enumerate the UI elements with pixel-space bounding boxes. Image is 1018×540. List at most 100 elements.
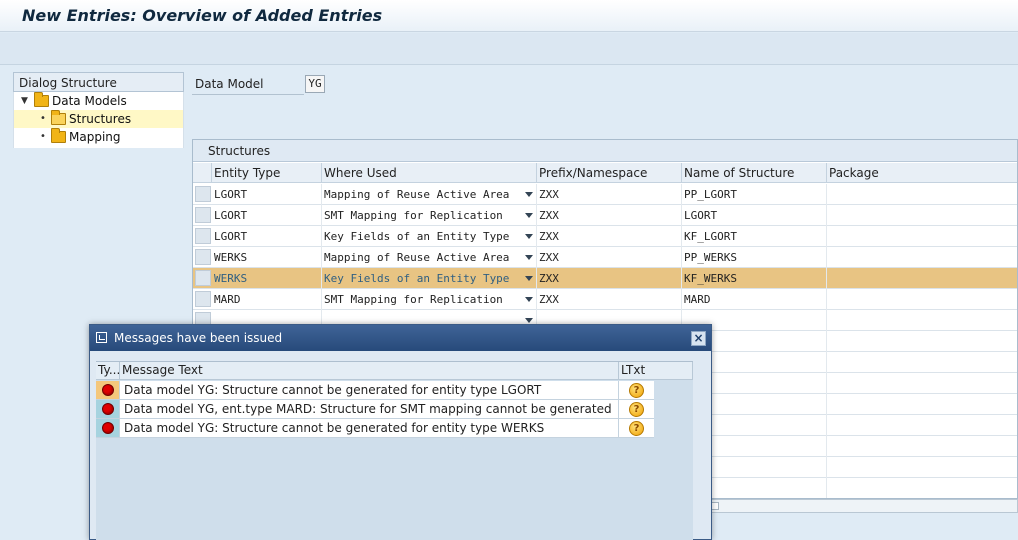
structure-name-cell[interactable]: LGORT — [682, 205, 827, 226]
dialog-structure-tree: ▼ Data Models • Structures • Mapping — [13, 92, 184, 148]
row-selector[interactable] — [195, 249, 211, 265]
long-text-cell[interactable]: ? — [619, 381, 654, 400]
entity-type-cell[interactable]: LGORT — [212, 205, 322, 226]
where-used-cell[interactable]: SMT Mapping for Replication — [322, 205, 537, 226]
message-type-cell[interactable] — [96, 419, 120, 438]
entity-type-cell[interactable]: LGORT — [212, 184, 322, 205]
tree-item-structures[interactable]: • Structures — [14, 110, 183, 128]
long-text-cell[interactable]: ? — [619, 400, 654, 419]
package-cell[interactable] — [827, 415, 1017, 436]
column-header-message-text[interactable]: Message Text — [120, 362, 619, 380]
row-selector[interactable] — [195, 291, 211, 307]
table-row[interactable]: LGORT Key Fields of an Entity Type ZXX KF_L… — [193, 226, 1017, 247]
prefix-cell[interactable]: ZXX — [537, 184, 682, 205]
dropdown-arrow-icon[interactable] — [525, 297, 533, 302]
messages-dialog: Messages have been issued × Ty... Messag… — [89, 324, 712, 540]
toolbar — [0, 33, 1018, 65]
help-icon[interactable]: ? — [629, 383, 644, 398]
package-cell[interactable] — [827, 205, 1017, 226]
entity-type-cell[interactable]: MARD — [212, 289, 322, 310]
tree-bullet: • — [40, 113, 46, 124]
message-text[interactable]: Data model YG: Structure cannot be gener… — [120, 419, 619, 438]
structure-name-cell[interactable]: MARD — [682, 289, 827, 310]
error-icon — [102, 384, 114, 396]
package-cell[interactable] — [827, 436, 1017, 457]
dropdown-arrow-icon[interactable] — [525, 255, 533, 260]
long-text-cell[interactable]: ? — [619, 419, 654, 438]
package-cell[interactable] — [827, 310, 1017, 331]
close-icon[interactable]: × — [691, 331, 706, 346]
folder-icon — [51, 128, 66, 143]
prefix-cell[interactable]: ZXX — [537, 289, 682, 310]
message-text[interactable]: Data model YG: Structure cannot be gener… — [120, 381, 619, 400]
where-used-cell[interactable]: Key Fields of an Entity Type — [322, 226, 537, 247]
entity-type-cell[interactable]: WERKS — [212, 247, 322, 268]
table-row[interactable]: LGORT Mapping of Reuse Active Area ZXX PP_L… — [193, 184, 1017, 205]
help-icon[interactable]: ? — [629, 402, 644, 417]
table-row[interactable]: LGORT SMT Mapping for Replication ZXX LGORT — [193, 205, 1017, 226]
structure-name-cell[interactable]: KF_WERKS — [682, 268, 827, 289]
where-used-cell[interactable]: Key Fields of an Entity Type — [322, 268, 537, 289]
package-cell[interactable] — [827, 247, 1017, 268]
entity-type-cell[interactable]: LGORT — [212, 226, 322, 247]
window-icon — [96, 332, 107, 343]
row-selector[interactable] — [195, 228, 211, 244]
where-used-cell[interactable]: SMT Mapping for Replication — [322, 289, 537, 310]
structure-name-cell[interactable]: PP_LGORT — [682, 184, 827, 205]
help-icon[interactable]: ? — [629, 421, 644, 436]
package-cell[interactable] — [827, 184, 1017, 205]
column-header-package[interactable]: Package — [827, 163, 1017, 183]
structure-name-cell[interactable]: PP_WERKS — [682, 247, 827, 268]
messages-table: Ty... Message Text LTxt Data model YG: S… — [96, 361, 693, 540]
entity-type-cell[interactable]: WERKS — [212, 268, 322, 289]
select-all-header[interactable] — [193, 163, 212, 183]
message-type-cell[interactable] — [96, 381, 120, 400]
package-cell[interactable] — [827, 226, 1017, 247]
where-used-cell[interactable]: Mapping of Reuse Active Area — [322, 247, 537, 268]
column-header-prefix[interactable]: Prefix/Namespace — [537, 163, 682, 183]
page-title: New Entries: Overview of Added Entries — [22, 6, 383, 25]
where-used-cell[interactable]: Mapping of Reuse Active Area — [322, 184, 537, 205]
package-cell[interactable] — [827, 457, 1017, 478]
dropdown-arrow-icon[interactable] — [525, 213, 533, 218]
package-cell[interactable] — [827, 478, 1017, 498]
tree-item-data-models[interactable]: ▼ Data Models — [14, 92, 183, 110]
message-text[interactable]: Data model YG, ent.type MARD: Structure … — [120, 400, 619, 419]
package-cell[interactable] — [827, 373, 1017, 394]
dropdown-arrow-icon[interactable] — [525, 276, 533, 281]
prefix-cell[interactable]: ZXX — [537, 226, 682, 247]
expand-toggle-icon[interactable]: ▼ — [21, 92, 28, 110]
message-type-cell[interactable] — [96, 400, 120, 419]
title-bar: New Entries: Overview of Added Entries — [0, 0, 1018, 32]
horizontal-scrollbar[interactable] — [700, 499, 1018, 513]
prefix-cell[interactable]: ZXX — [537, 268, 682, 289]
package-cell[interactable] — [827, 268, 1017, 289]
table-row[interactable]: MARD SMT Mapping for Replication ZXX MARD — [193, 289, 1017, 310]
row-selector[interactable] — [195, 186, 211, 202]
tree-item-mapping[interactable]: • Mapping — [14, 128, 183, 146]
package-cell[interactable] — [827, 331, 1017, 352]
package-cell[interactable] — [827, 289, 1017, 310]
structure-name-cell[interactable]: KF_LGORT — [682, 226, 827, 247]
row-selector[interactable] — [195, 207, 211, 223]
column-header-ltxt[interactable]: LTxt — [619, 362, 693, 380]
prefix-cell[interactable]: ZXX — [537, 247, 682, 268]
prefix-cell[interactable]: ZXX — [537, 205, 682, 226]
row-selector[interactable] — [195, 270, 211, 286]
package-cell[interactable] — [827, 352, 1017, 373]
package-cell[interactable] — [827, 394, 1017, 415]
data-model-field[interactable]: YG — [305, 75, 325, 93]
column-header-type[interactable]: Ty... — [96, 362, 120, 380]
error-icon — [102, 422, 114, 434]
dropdown-arrow-icon[interactable] — [525, 318, 533, 323]
column-header-structure-name[interactable]: Name of Structure — [682, 163, 827, 183]
table-title: Structures — [193, 140, 1017, 162]
dropdown-arrow-icon[interactable] — [525, 192, 533, 197]
dialog-titlebar[interactable]: Messages have been issued × — [90, 325, 711, 351]
table-row[interactable]: WERKS Mapping of Reuse Active Area ZXX PP_W… — [193, 247, 1017, 268]
column-header-entity-type[interactable]: Entity Type — [212, 163, 322, 183]
table-row[interactable]: WERKS Key Fields of an Entity Type ZXX KF_W… — [193, 268, 1017, 289]
folder-icon — [34, 92, 49, 107]
column-header-where-used[interactable]: Where Used — [322, 163, 537, 183]
dropdown-arrow-icon[interactable] — [525, 234, 533, 239]
